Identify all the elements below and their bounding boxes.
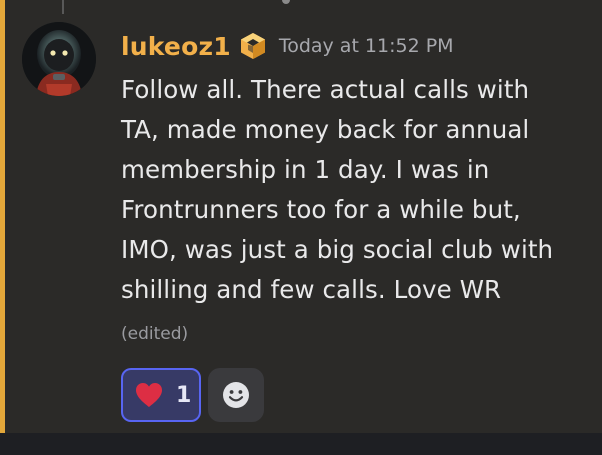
- username[interactable]: lukeoz1: [121, 32, 231, 61]
- chat-message-view: lukeoz1 Today at 11:52 PM Follow all. Th…: [0, 0, 602, 455]
- edited-indicator: (edited): [121, 324, 189, 344]
- message-line: TA, made money back for annual: [121, 115, 530, 144]
- message-timestamp[interactable]: Today at 11:52 PM: [279, 35, 454, 57]
- red-heart-icon: [136, 383, 162, 407]
- gold-hexagon-badge-icon[interactable]: [237, 30, 269, 62]
- bottom-divider: [0, 433, 602, 455]
- message-line: Follow all. There actual calls with: [121, 75, 530, 104]
- smiley-face-icon: [223, 382, 249, 408]
- message-line: shilling and few calls. Love WR: [121, 275, 502, 304]
- heart-reaction-button[interactable]: 1: [121, 368, 201, 422]
- reply-spine: [62, 0, 64, 14]
- message-header: lukeoz1 Today at 11:52 PM: [121, 28, 454, 64]
- message-content: Follow all. There actual calls with TA, …: [121, 70, 591, 310]
- message-line: Frontrunners too for a while but,: [121, 195, 521, 224]
- message-line: membership in 1 day. I was in: [121, 155, 490, 184]
- reaction-count: 1: [176, 382, 192, 408]
- avatar[interactable]: [22, 22, 96, 96]
- message-line: IMO, was just a big social club with: [121, 235, 554, 264]
- add-reaction-button[interactable]: [208, 368, 264, 422]
- previous-message-fragment: [282, 0, 290, 4]
- mention-highlight-bar: [0, 0, 5, 433]
- astronaut-avatar: [22, 22, 96, 96]
